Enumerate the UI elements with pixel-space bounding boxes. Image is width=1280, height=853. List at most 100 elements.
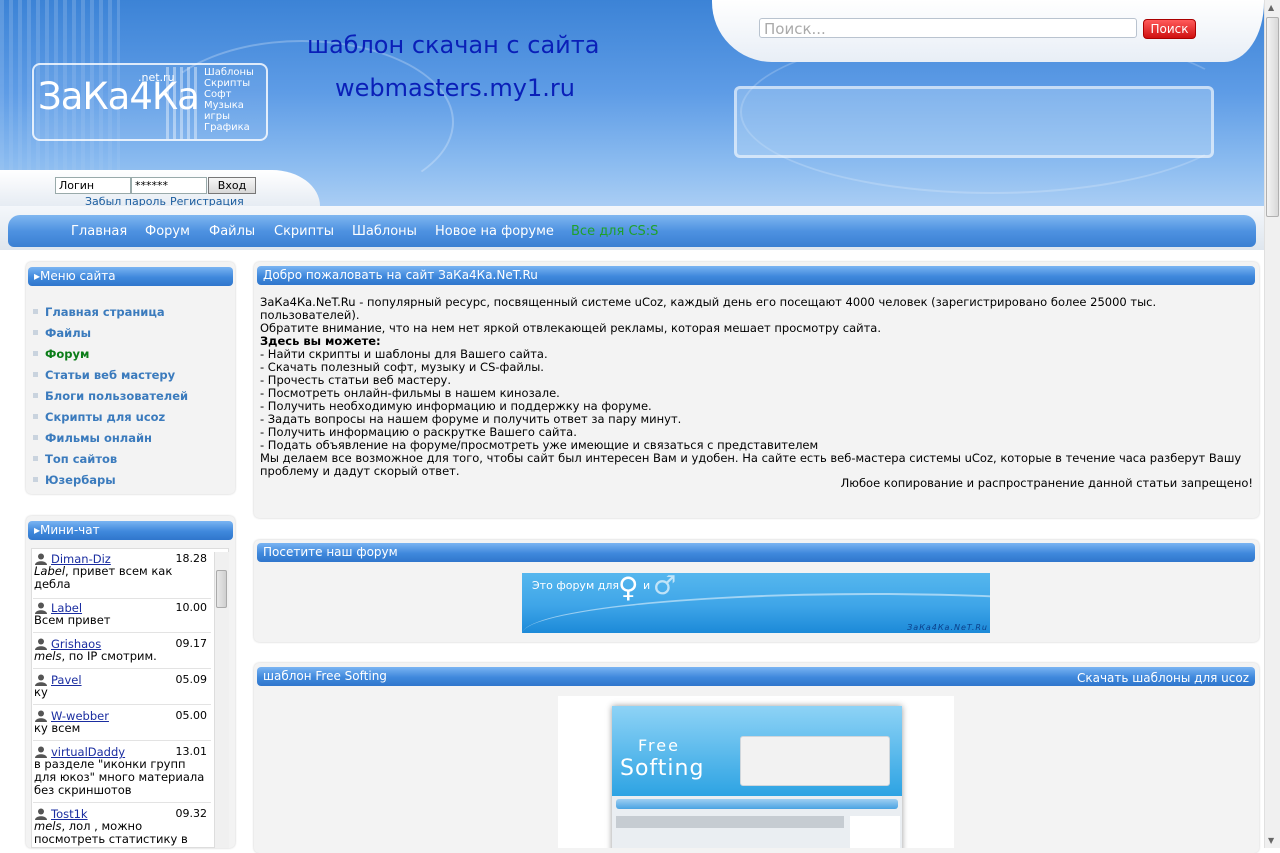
- logo-menu-item: Скрипты: [204, 78, 251, 89]
- menu-bullet-icon: [33, 393, 38, 398]
- menu-bullet-icon: [33, 456, 38, 461]
- logo-stripes-decoration: [166, 67, 199, 139]
- menu-item-top-sites[interactable]: Топ сайтов: [45, 452, 117, 466]
- menu-bullet-icon: [33, 414, 38, 419]
- chat-mention: mels: [34, 819, 62, 833]
- header-promo-text-2: webmasters.my1.ru: [335, 74, 575, 102]
- chat-text: ку: [34, 686, 209, 699]
- mini-chat-title: ▸Мини-чат: [28, 521, 233, 540]
- chat-time: 05.09: [175, 673, 208, 686]
- template-preview-title-1: Free: [638, 736, 680, 755]
- search-input[interactable]: Поиск...: [759, 18, 1137, 38]
- chat-text: Всем привет: [34, 614, 209, 627]
- chat-username[interactable]: Pavel: [51, 673, 82, 687]
- menu-item-home[interactable]: Главная страница: [45, 305, 165, 319]
- welcome-title: Добро пожаловать на сайт ЗаКа4Ка.NeT.Ru: [257, 266, 1255, 285]
- male-symbol-icon: ♂: [653, 573, 677, 601]
- chat-text: mels, по IP смотрим.: [34, 650, 209, 663]
- mini-chat-title-text: Мини-чат: [40, 523, 100, 537]
- menu-bullet-icon: [33, 351, 38, 356]
- chat-text-body: , по IP смотрим.: [61, 649, 157, 663]
- nav-item-home[interactable]: Главная: [71, 224, 127, 239]
- forum-block-title: Посетите наш форум: [257, 543, 1255, 562]
- nav-item-forum[interactable]: Форум: [145, 224, 190, 239]
- site-menu-title-text: Меню сайта: [40, 269, 116, 283]
- chat-message: Grishaos 09.17 mels, по IP смотрим.: [33, 637, 211, 669]
- logo-menu-item: Графика: [204, 122, 250, 133]
- menu-bullet-icon: [33, 372, 38, 377]
- template-preview-sign: [740, 736, 890, 786]
- forum-banner[interactable]: Это форум для ♀ и ♂ ЗаКа4Ка.NeT.Ru: [522, 573, 990, 633]
- nav-item-scripts[interactable]: Скрипты: [274, 224, 334, 239]
- scroll-up-icon[interactable]: ▲: [1268, 3, 1274, 12]
- chat-time: 05.00: [175, 709, 208, 722]
- chat-message: Label 10.00 Всем привет: [33, 601, 211, 633]
- nav-item-forum-new[interactable]: Новое на форуме: [435, 224, 554, 239]
- password-field[interactable]: ******: [131, 177, 207, 194]
- logo-menu-item: Шаблоны: [204, 67, 254, 78]
- chat-time: 10.00: [175, 601, 208, 614]
- chat-time: 09.17: [175, 637, 208, 650]
- template-preview-content: [616, 816, 844, 828]
- chat-text: ку всем: [34, 722, 209, 735]
- female-symbol-icon: ♀: [618, 573, 639, 604]
- welcome-line: Обратите внимание, что на нем нет яркой …: [260, 321, 881, 335]
- menu-item-articles[interactable]: Статьи веб мастеру: [45, 368, 175, 382]
- banner-and: и: [643, 579, 651, 592]
- logo-menu-item: Музыка: [204, 100, 244, 111]
- site-logo[interactable]: ЗаКа4Ка .net.ru Шаблоны Скрипты Софт Муз…: [32, 63, 268, 141]
- menu-item-movies[interactable]: Фильмы онлайн: [45, 431, 152, 445]
- template-preview-sidebar: [850, 816, 900, 848]
- menu-item-blogs[interactable]: Блоги пользователей: [45, 389, 188, 403]
- menu-bullet-icon: [33, 435, 38, 440]
- search-button[interactable]: Поиск: [1143, 19, 1196, 39]
- menu-item-files[interactable]: Файлы: [45, 326, 91, 340]
- menu-bullet-icon: [33, 309, 38, 314]
- logo-menu-item: Софт: [204, 89, 232, 100]
- menu-item-ucoz-scripts[interactable]: Скрипты для ucoz: [45, 410, 165, 424]
- chat-mention: mels: [34, 649, 62, 663]
- nav-item-files[interactable]: Файлы: [209, 224, 255, 239]
- login-button[interactable]: Вход: [208, 177, 256, 194]
- chat-text-body: Всем привет: [34, 613, 111, 627]
- template-preview-title-2: Softing: [620, 756, 705, 781]
- nav-item-templates[interactable]: Шаблоны: [352, 224, 417, 239]
- nav-item-css[interactable]: Все для CS:S: [571, 224, 658, 239]
- chat-text-body: ку всем: [34, 721, 81, 735]
- chat-message: Pavel 05.09 ку: [33, 673, 211, 705]
- template-preview-image[interactable]: Free Softing: [558, 696, 954, 848]
- welcome-closing: Мы делаем все возможное для того, чтобы …: [260, 451, 1242, 478]
- chat-message: W-webber 05.00 ку всем: [33, 709, 211, 741]
- chat-text: в разделе "иконки групп для юкоз" много …: [34, 758, 209, 797]
- copy-note: Любое копирование и распространение данн…: [840, 476, 1253, 490]
- page-scrollbar-thumb[interactable]: [1266, 17, 1279, 217]
- logo-menu-item: игры: [204, 111, 230, 122]
- chat-text-body: ку: [34, 685, 48, 699]
- chat-message: Tost1k 09.32 mels, лол , можно посмотрет…: [33, 807, 211, 851]
- chat-scrollbar-thumb[interactable]: [216, 570, 227, 608]
- welcome-line: ЗаКа4Ка.NeT.Ru - популярный ресурс, посв…: [260, 295, 1157, 322]
- header-banner-box: [734, 86, 1214, 158]
- template-preview-frame: Free Softing: [612, 706, 902, 848]
- scroll-down-icon[interactable]: ▼: [1268, 836, 1274, 845]
- site-menu-title: ▸Меню сайта: [28, 267, 233, 286]
- chat-time: 09.32: [175, 807, 208, 820]
- menu-item-forum[interactable]: Форум: [45, 347, 89, 361]
- banner-logo: ЗаКа4Ка.NeT.Ru: [907, 623, 988, 632]
- logo-menu: Шаблоны Скрипты Софт Музыка игры Графика: [204, 67, 266, 133]
- banner-text: Это форум для: [532, 579, 619, 592]
- chat-text: Label, привет всем как дебла: [34, 565, 209, 591]
- header-promo-text-1: шаблон скачан с сайта: [307, 31, 600, 59]
- download-templates-link[interactable]: Скачать шаблоны для ucoz: [1077, 671, 1249, 685]
- chat-mention: Label: [34, 564, 66, 578]
- login-field[interactable]: Логин: [55, 177, 131, 194]
- menu-item-userbars[interactable]: Юзербары: [45, 473, 116, 487]
- chat-text-body: в разделе "иконки групп для юкоз" много …: [34, 757, 205, 797]
- chat-message: virtualDaddy 13.01 в разделе "иконки гру…: [33, 745, 211, 803]
- menu-bullet-icon: [33, 330, 38, 335]
- welcome-text: ЗаКа4Ка.NeT.Ru - популярный ресурс, посв…: [260, 296, 1254, 478]
- menu-bullet-icon: [33, 477, 38, 482]
- template-preview-nav: [616, 799, 898, 809]
- chat-text: mels, лол , можно посмотреть статистику …: [34, 820, 209, 846]
- chat-time: 18.28: [175, 552, 208, 565]
